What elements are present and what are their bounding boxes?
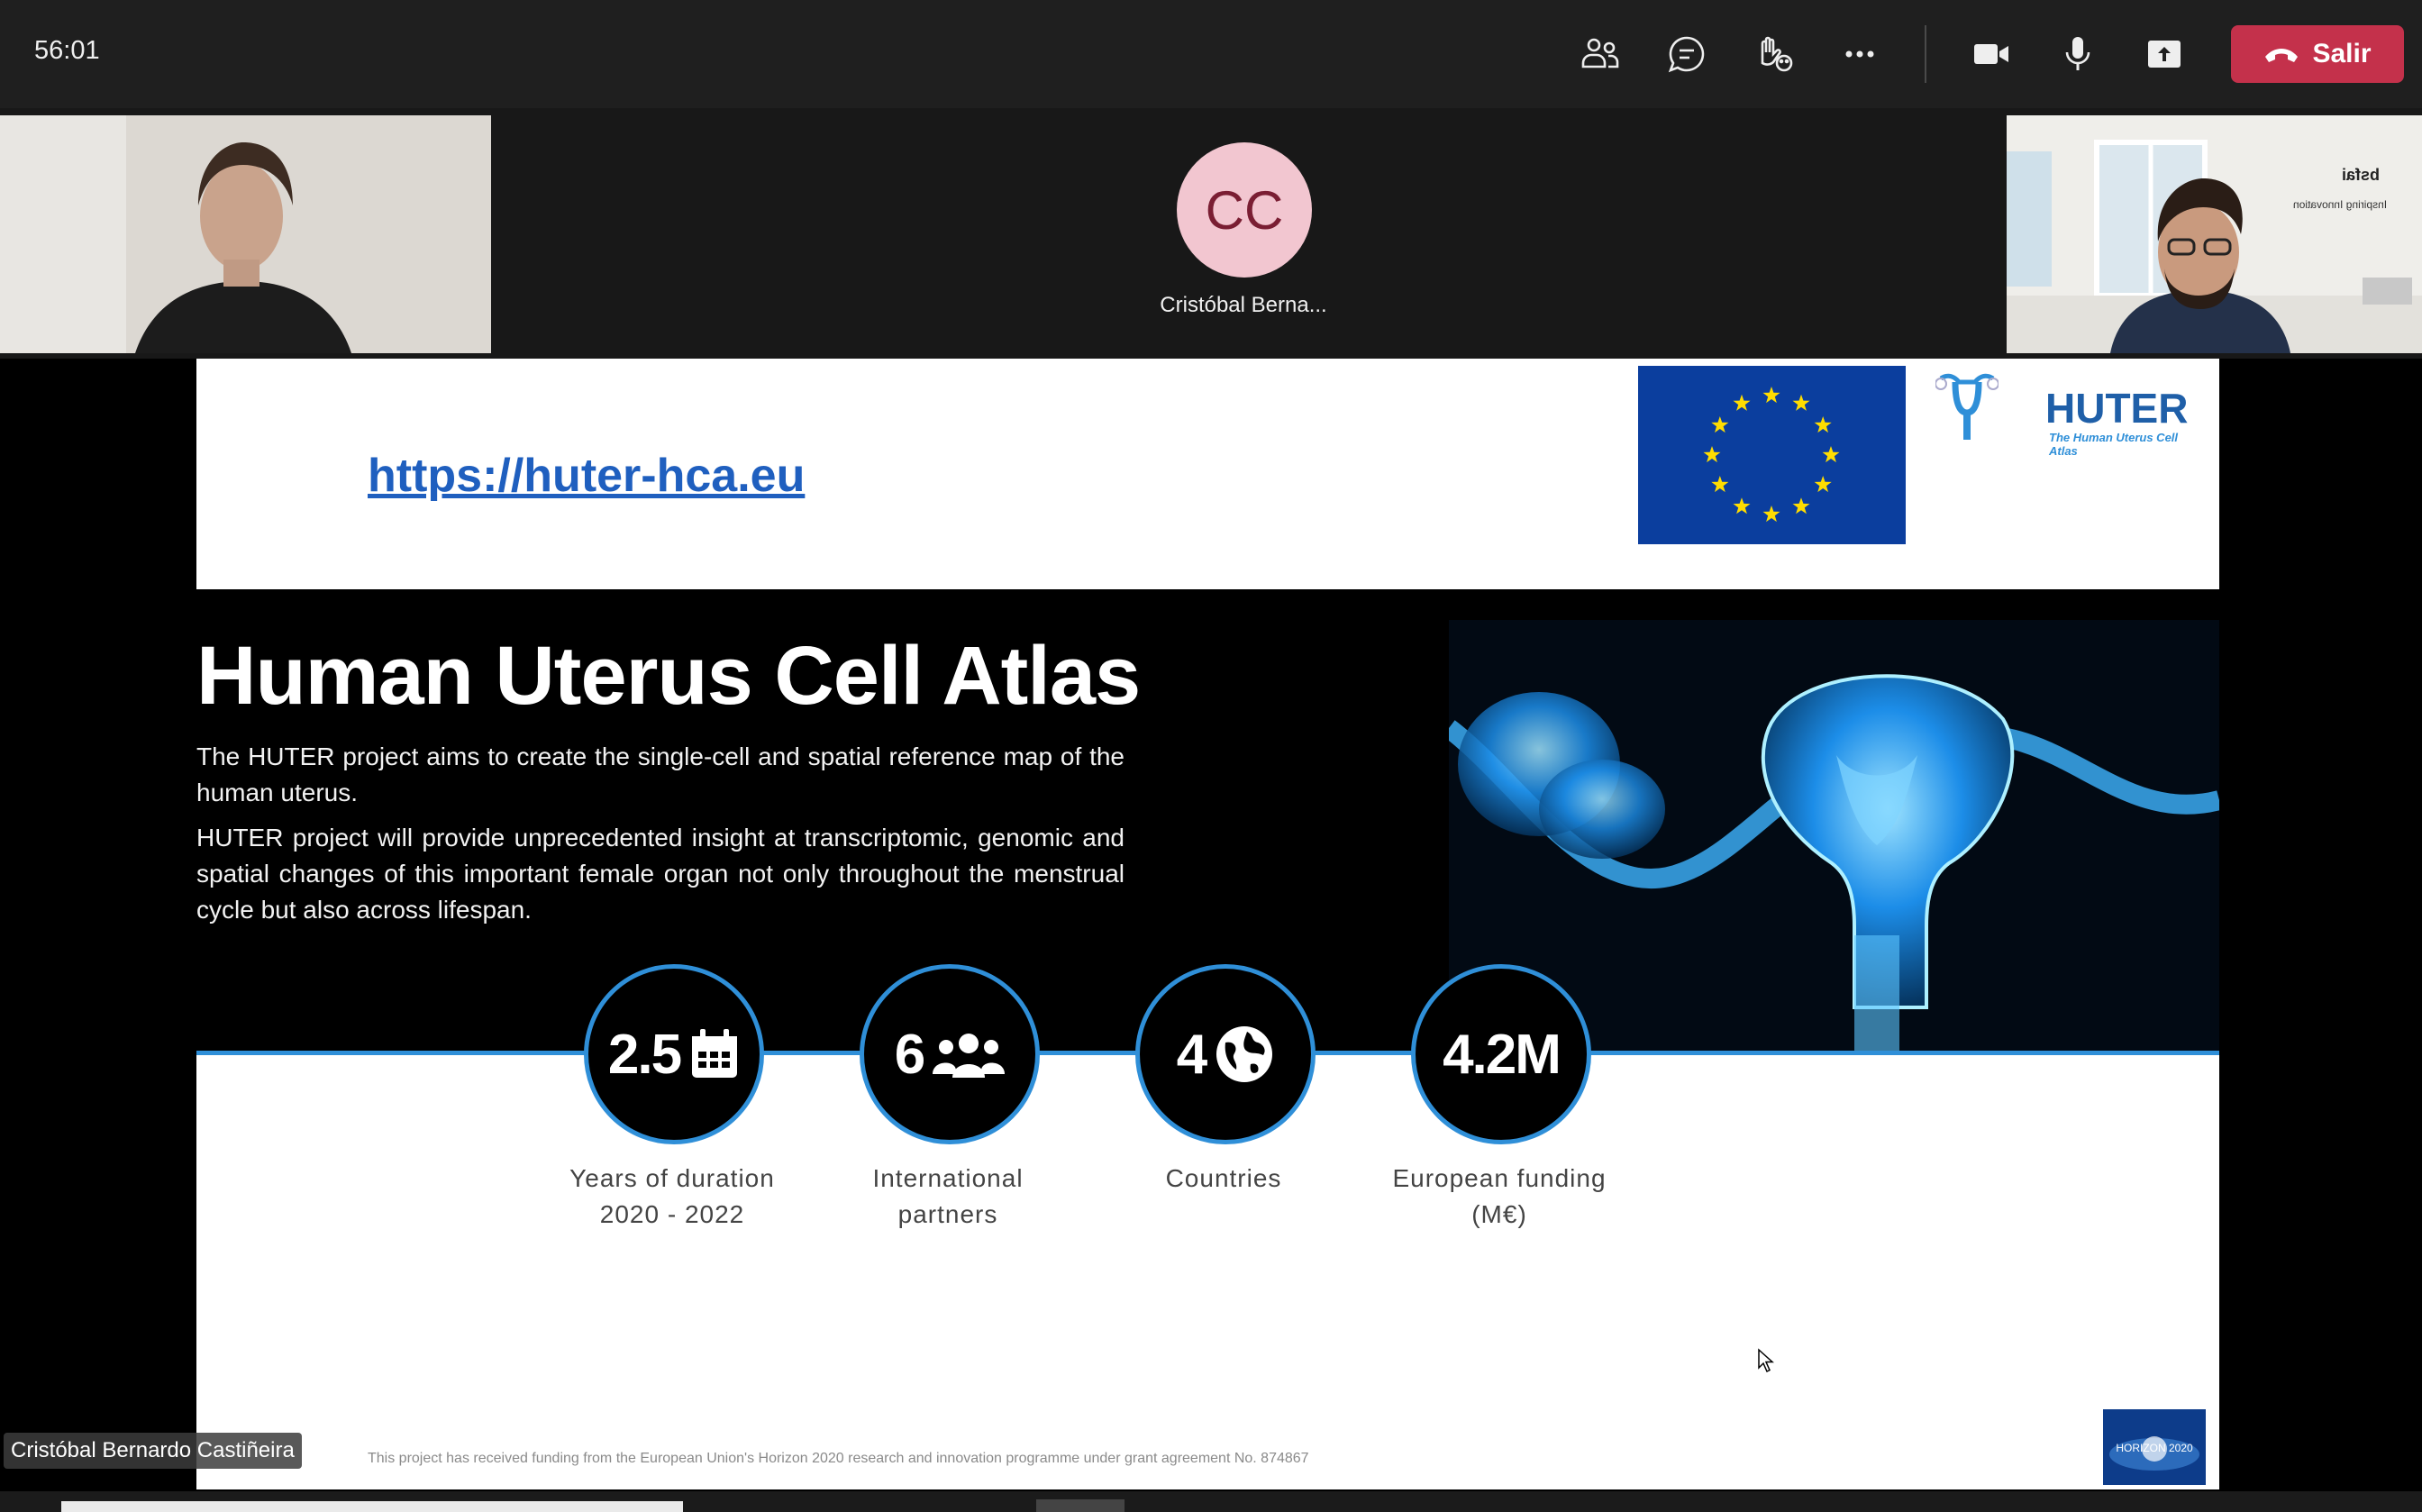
chat-button[interactable] — [1658, 27, 1716, 81]
eu-star — [1762, 506, 1780, 523]
share-screen-icon — [2148, 41, 2181, 68]
eu-flag-logo — [1638, 366, 1906, 544]
people-icon — [1581, 38, 1619, 68]
eu-star — [1711, 416, 1729, 433]
stat-label-line1: International — [872, 1164, 1024, 1192]
background-logo: bsfai — [2342, 166, 2381, 184]
microphone-icon — [2065, 37, 2090, 70]
huter-logo-subtitle: The Human Uterus Cell Atlas — [2049, 431, 2179, 458]
stat-label-partners: International partners — [813, 1161, 1083, 1233]
huter-logo: HUTER The Human Uterus Cell Atlas — [1935, 368, 2206, 458]
eu-star — [1762, 387, 1780, 404]
uterus-logo-icon — [1935, 373, 1999, 440]
stat-label-line2: 2020 - 2022 — [599, 1200, 745, 1228]
share-screen-button[interactable] — [2135, 27, 2193, 81]
participant-video-image — [2007, 115, 2422, 353]
stat-value: 2.5 — [607, 1023, 682, 1086]
stat-value: 6 — [894, 1023, 926, 1086]
participant-avatar[interactable]: CC — [1177, 142, 1312, 278]
globe-icon — [1216, 1026, 1273, 1082]
stat-circle-duration: 2.5 — [584, 964, 764, 1144]
huter-logo-title: HUTER — [2045, 385, 2189, 432]
slide-title: Human Uterus Cell Atlas — [196, 630, 1141, 722]
slide-footnote: This project has received funding from t… — [368, 1451, 1309, 1466]
background-logo-subtext: Inspiring Innovation — [2293, 198, 2388, 211]
slide-url-link[interactable]: https://huter-hca.eu — [368, 449, 805, 503]
toolbar-divider — [1925, 25, 1926, 83]
stat-value: 4 — [1176, 1023, 1208, 1086]
chat-icon — [1668, 36, 1705, 73]
eu-star — [1792, 394, 1810, 411]
eu-star — [1733, 497, 1751, 515]
eu-stars — [1703, 387, 1840, 523]
camera-icon — [1974, 44, 2008, 64]
stat-label-line2: partners — [897, 1200, 998, 1228]
slide-paragraph-2: HUTER project will provide unprecedented… — [196, 824, 1124, 924]
more-options-icon — [1845, 50, 1874, 58]
more-options-button[interactable] — [1831, 27, 1889, 81]
microphone-button[interactable] — [2049, 27, 2107, 81]
horizon-2020-text: HORIZON 2020 — [2116, 1442, 2193, 1454]
participant-video-left[interactable] — [0, 115, 491, 353]
stat-label-duration: Years of duration 2020 - 2022 — [537, 1161, 807, 1233]
reactions-button[interactable] — [1744, 27, 1802, 81]
eu-star — [1792, 497, 1810, 515]
eu-star — [1703, 446, 1721, 463]
eu-star — [1814, 416, 1832, 433]
meeting-timer: 56:01 — [34, 36, 100, 65]
camera-button[interactable] — [1962, 27, 2020, 81]
mouse-cursor-icon — [1758, 1348, 1774, 1373]
shared-slide: https://huter-hca.eu HUTER The Human Ute… — [196, 359, 2219, 1489]
leave-label: Salir — [2312, 39, 2372, 68]
hang-up-icon — [2265, 49, 2299, 62]
eu-star — [1814, 476, 1832, 493]
stat-circle-countries: 4 — [1135, 964, 1316, 1144]
stat-label-line1: Years of duration — [569, 1164, 775, 1192]
bottom-scroll-track[interactable] — [61, 1501, 683, 1512]
calendar-icon — [692, 1029, 738, 1078]
group-icon — [933, 1034, 1006, 1078]
stat-value: 4.2M — [1443, 1023, 1562, 1086]
stat-label-countries: Countries — [1088, 1161, 1359, 1197]
stat-label-funding: European funding (M€) — [1364, 1161, 1634, 1233]
stat-label-line2: (M€) — [1471, 1200, 1527, 1228]
leave-button[interactable]: Salir — [2231, 25, 2404, 83]
stat-circle-funding: 4.2M — [1411, 964, 1591, 1144]
horizon-2020-logo: HORIZON 2020 — [2103, 1409, 2206, 1485]
participant-video-right[interactable]: bsfai Inspiring Innovation — [2007, 115, 2422, 353]
participant-video-image — [0, 115, 491, 353]
raise-hand-icon — [1761, 36, 1793, 72]
stat-label-line1: European funding — [1392, 1164, 1607, 1192]
eu-star — [1822, 446, 1840, 463]
participant-name: Cristóbal Berna... — [1160, 293, 1327, 317]
people-button[interactable] — [1571, 27, 1629, 81]
stat-label-line1: Countries — [1165, 1164, 1282, 1192]
stat-circle-partners: 6 — [860, 964, 1040, 1144]
uterus-illustration — [1449, 620, 2219, 1052]
eu-star — [1711, 476, 1729, 493]
slide-paragraph-1: The HUTER project aims to create the sin… — [196, 742, 1124, 806]
eu-star — [1733, 394, 1751, 411]
speaker-name-tag: Cristóbal Bernardo Castiñeira — [4, 1433, 302, 1469]
bottom-scroll-thumb[interactable] — [1036, 1499, 1124, 1512]
